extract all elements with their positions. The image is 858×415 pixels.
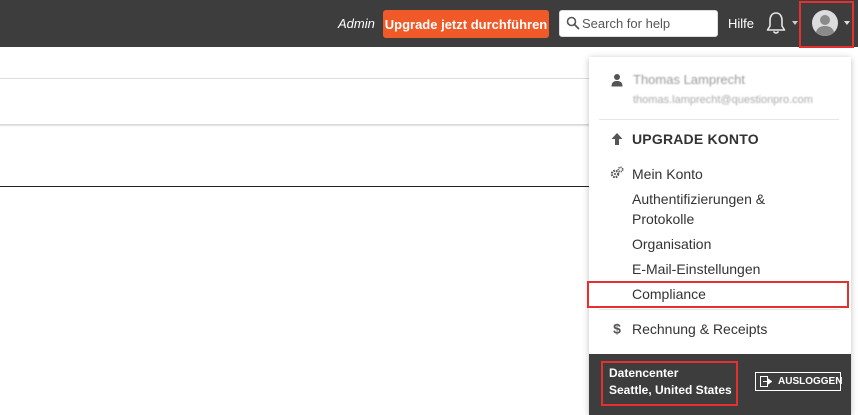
datacenter-highlight [601, 361, 738, 406]
user-icon [611, 74, 623, 87]
notifications-caret-icon [792, 21, 798, 25]
menu-separator [599, 309, 839, 310]
avatar-icon [812, 10, 838, 36]
help-search-input[interactable] [582, 14, 714, 33]
svg-text:$: $ [613, 321, 621, 335]
logout-label: AUSLOGGEN [778, 376, 843, 387]
search-icon [566, 16, 580, 30]
help-search-box[interactable] [559, 10, 718, 37]
help-link[interactable]: Hilfe [728, 16, 754, 31]
panel-shadow [0, 124, 590, 127]
logout-button[interactable]: AUSLOGGEN [755, 372, 843, 391]
page-divider [0, 78, 590, 79]
user-avatar-button[interactable] [799, 1, 854, 48]
logout-icon [760, 376, 772, 387]
user-menu-caret-icon [844, 21, 850, 25]
email-settings-link[interactable]: E-Mail-Einstellungen [632, 261, 760, 277]
compliance-link[interactable]: Compliance [632, 286, 706, 302]
upgrade-button[interactable]: Upgrade jetzt durchführen [383, 10, 549, 38]
protocols-link[interactable]: Protokolle [632, 211, 694, 227]
my-account-link[interactable]: Mein Konto [632, 166, 703, 182]
user-email: thomas.lamprecht@questionpro.com [633, 94, 813, 106]
dollar-icon: $ [613, 321, 621, 335]
gears-icon [610, 166, 624, 179]
organisation-link[interactable]: Organisation [632, 236, 711, 252]
upgrade-account-link[interactable]: UPGRADE KONTO [632, 131, 759, 147]
billing-link[interactable]: Rechnung & Receipts [632, 321, 767, 337]
bell-icon[interactable] [765, 11, 787, 35]
content-divider [0, 186, 590, 187]
user-name: Thomas Lamprecht [633, 72, 745, 87]
top-navigation-bar: Admin Upgrade jetzt durchführen Hilfe [0, 0, 858, 47]
admin-link[interactable]: Admin [338, 16, 375, 31]
arrow-up-icon [611, 133, 623, 145]
menu-separator [599, 119, 839, 120]
authentications-link[interactable]: Authentifizierungen & [632, 191, 765, 207]
